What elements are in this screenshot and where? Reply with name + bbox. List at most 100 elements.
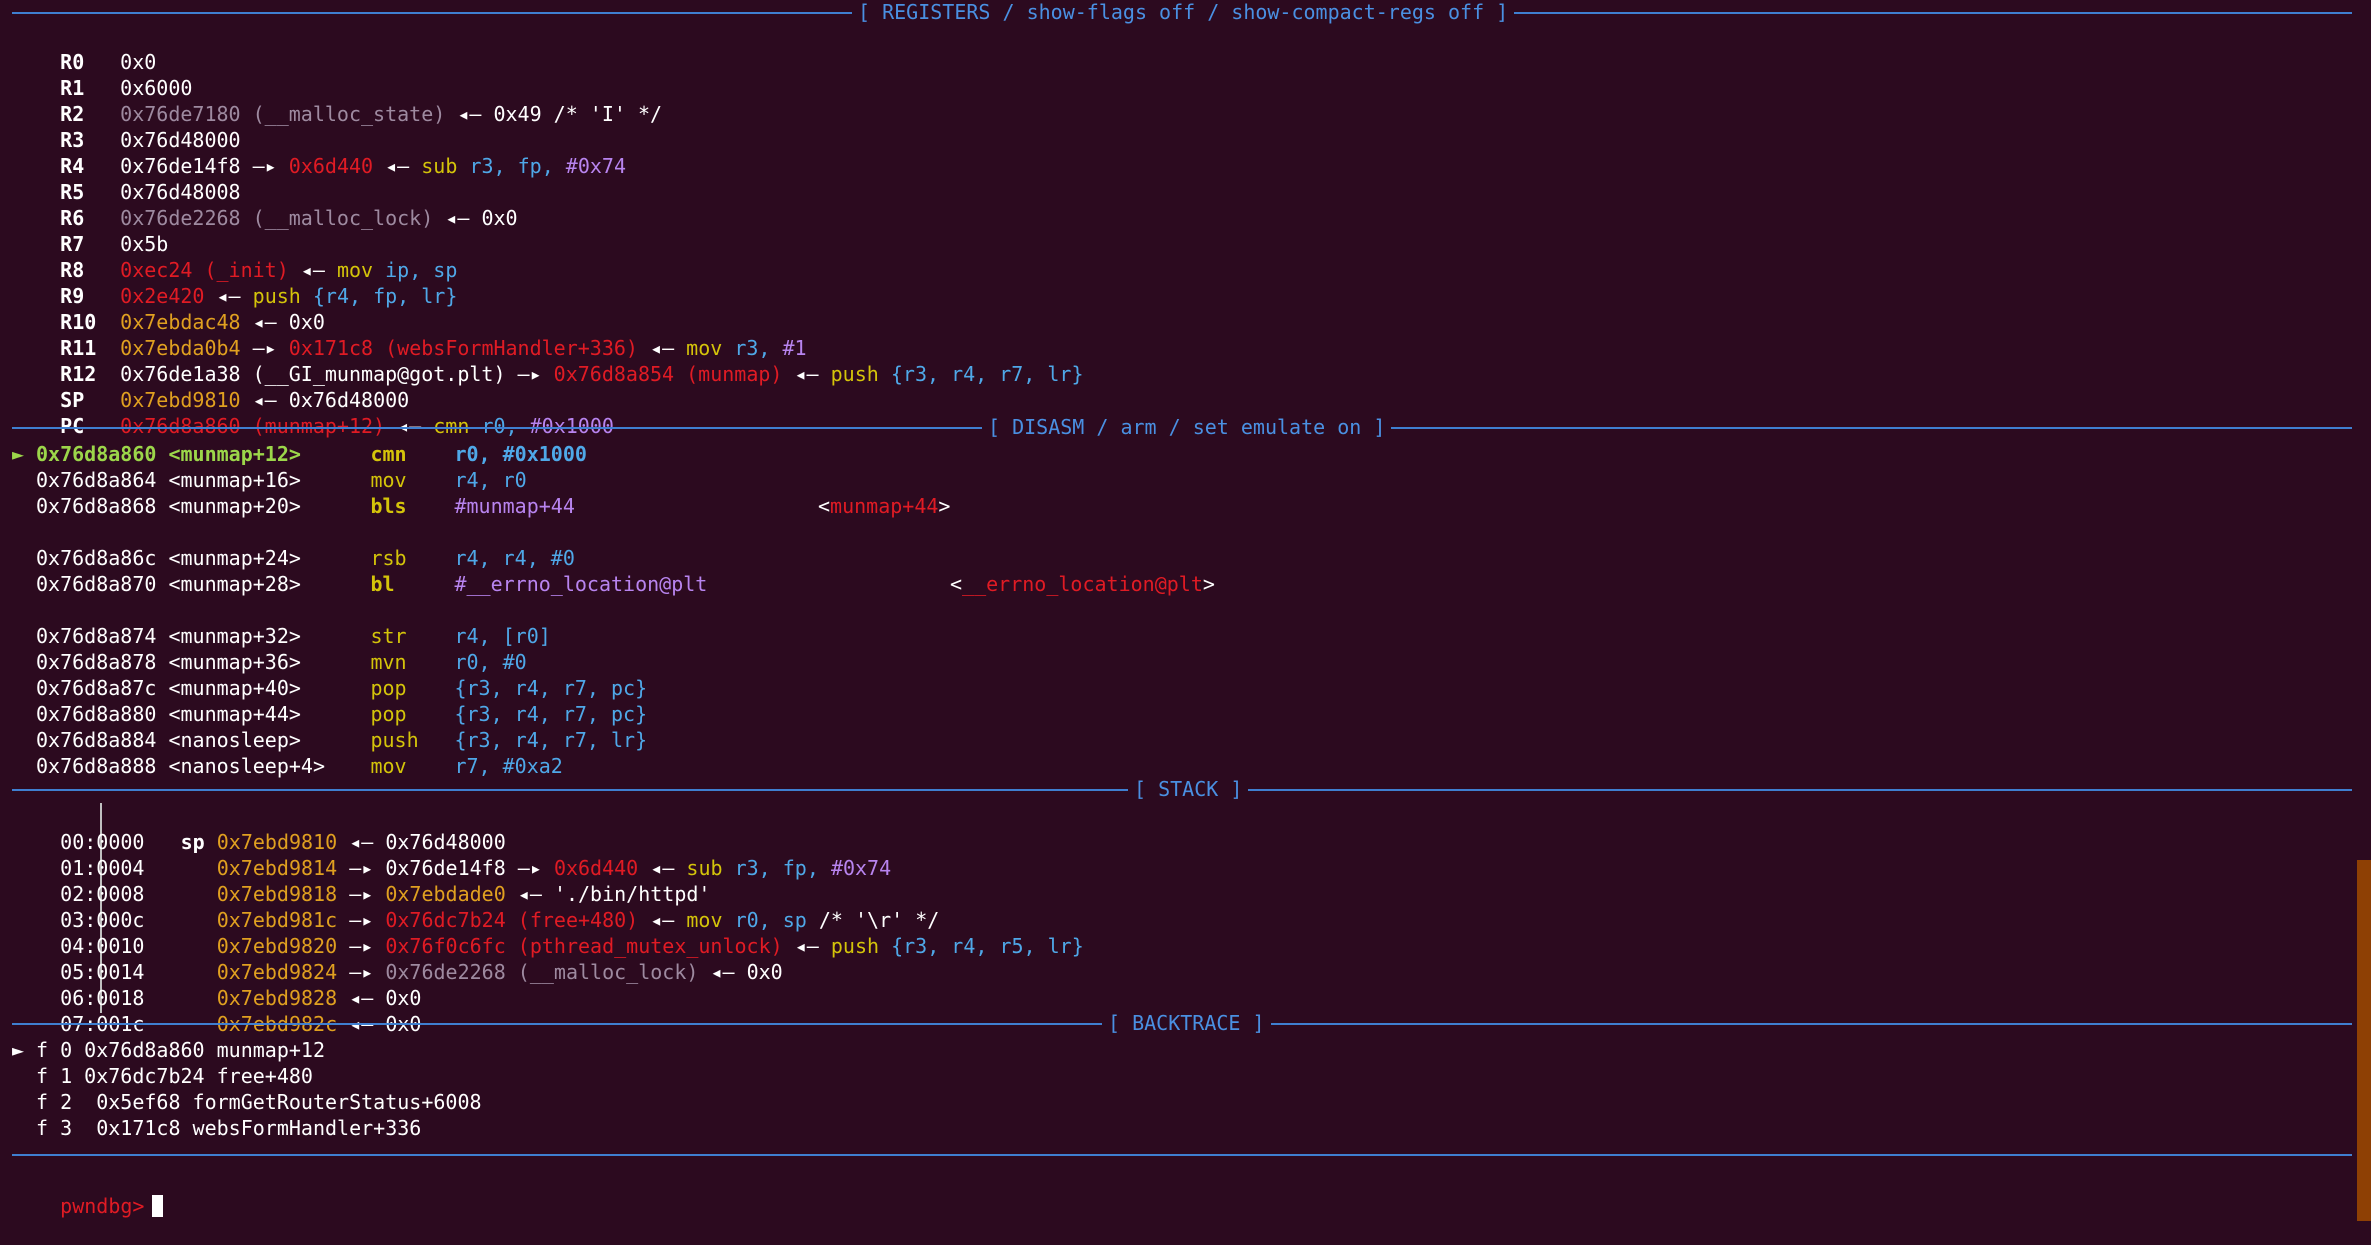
frame-location: 0x76d8a860 munmap+12	[84, 1038, 325, 1062]
disasm-symbol: <munmap+40>	[168, 676, 301, 700]
disasm-operands: r0, #0	[454, 650, 527, 674]
stack-row: 06:0018 0x7ebd9828 ◂— 0x0	[60, 986, 422, 1010]
disasm-operands: #munmap+44	[454, 494, 575, 518]
disasm-operands: r7, #0xa2	[454, 754, 563, 778]
register-r9: R9 0x2e420 ◂— push {r4, fp, lr}	[60, 284, 458, 308]
register-r2: R2 0x76de7180 (__malloc_state) ◂— 0x49 /*…	[60, 102, 663, 126]
register-r5: R5 0x76d48008	[60, 180, 241, 204]
frame-number: f 3	[36, 1116, 73, 1140]
text-cursor[interactable]	[152, 1195, 164, 1217]
disasm-mnemonic: cmn	[370, 442, 407, 466]
frame-number: f 2	[36, 1090, 73, 1114]
register-r7: R7 0x5b	[60, 232, 169, 256]
backtrace-frame: f 2 0x5ef68 formGetRouterStatus+6008	[12, 1089, 482, 1115]
disasm-mnemonic: rsb	[370, 546, 407, 570]
prompt-label: pwndbg>	[60, 1194, 145, 1218]
disasm-line: ► 0x76d8a860 <munmap+12> cmn r0, #0x1000	[12, 441, 587, 467]
registers-title: [ REGISTERS / show-flags off / show-comp…	[852, 0, 1515, 24]
backtrace-frame: f 3 0x171c8 websFormHandler+336	[12, 1115, 421, 1141]
disasm-line: 0x76d8a868 <munmap+20> bls #munmap+44 <munm…	[12, 493, 950, 519]
register-pc: PC 0x76d8a860 (munmap+12) ◂— cmn r0, #0x1…	[60, 414, 614, 438]
backtrace-header: [ BACKTRACE ]	[12, 1011, 2352, 1037]
frame-location: 0x171c8 websFormHandler+336	[84, 1116, 422, 1140]
disasm-address: 0x76d8a87c	[36, 676, 157, 700]
disasm-address: 0x76d8a868	[36, 494, 157, 518]
disasm-mnemonic: pop	[370, 676, 407, 700]
disasm-line: 0x76d8a888 <nanosleep+4> mov r7, #0xa2	[12, 753, 563, 779]
right-arrow-icon: —▸	[252, 154, 277, 178]
stack-row: 00:0000 sp 0x7ebd9810 ◂— 0x76d48000	[60, 830, 506, 854]
disasm-operands: r4, r4, #0	[454, 546, 575, 570]
register-r1: R1 0x6000	[60, 76, 193, 100]
left-arrow-icon: ◂—	[794, 934, 819, 958]
disasm-symbol: <munmap+28>	[168, 572, 301, 596]
disasm-line: 0x76d8a874 <munmap+32> str r4, [r0]	[12, 623, 551, 649]
register-r0: R0 0x0	[60, 50, 157, 74]
left-arrow-icon: ◂—	[457, 102, 482, 126]
disasm-operands: r4, [r0]	[454, 624, 551, 648]
terminal[interactable]: [ REGISTERS / show-flags off / show-comp…	[0, 0, 2352, 1221]
disasm-mnemonic: pop	[370, 702, 407, 726]
disasm-address: 0x76d8a860	[36, 442, 157, 466]
stack-row: 01:0004 0x7ebd9814 —▸ 0x76de14f8 —▸ 0x6d…	[60, 856, 892, 880]
stack-row: 02:0008 0x7ebd9818 —▸ 0x7ebdade0 ◂— './b…	[60, 882, 711, 906]
disasm-address: 0x76d8a880	[36, 702, 157, 726]
backtrace-title: [ BACKTRACE ]	[1102, 1011, 1271, 1035]
command-prompt[interactable]: pwndbg>	[12, 1167, 164, 1218]
right-arrow-icon: —▸	[517, 362, 542, 386]
register-r12: R12 0x76de1a38 (__GI_munmap@got.plt) —▸ 0…	[60, 362, 1084, 386]
stack-title: [ STACK ]	[1128, 777, 1249, 801]
disasm-mnemonic: mvn	[370, 650, 407, 674]
register-r3: R3 0x76d48000	[60, 128, 241, 152]
disasm-symbol: <munmap+32>	[168, 624, 301, 648]
branch-target: <munmap+44>	[818, 494, 951, 518]
disasm-symbol: <munmap+44>	[168, 702, 301, 726]
disasm-line: 0x76d8a878 <munmap+36> mvn r0, #0	[12, 649, 527, 675]
disasm-header: [ DISASM / arm / set emulate on ]	[12, 415, 2352, 441]
stack-header: [ STACK ]	[12, 777, 2352, 803]
stack-row: 03:000c 0x7ebd981c —▸ 0x76dc7b24 (free+4…	[60, 908, 940, 932]
register-sp: SP 0x7ebd9810 ◂— 0x76d48000	[60, 388, 410, 412]
disasm-mnemonic: mov	[370, 754, 407, 778]
disasm-symbol: <munmap+20>	[168, 494, 301, 518]
disasm-symbol: <nanosleep+4>	[168, 754, 326, 778]
disasm-mnemonic: bls	[370, 494, 407, 518]
frame-number: f 1	[36, 1064, 73, 1088]
disasm-line: 0x76d8a87c <munmap+40> pop {r3, r4, r7, pc…	[12, 675, 647, 701]
disasm-mnemonic: mov	[370, 468, 407, 492]
disasm-line: 0x76d8a870 <munmap+28> bl #__errno_locatio…	[12, 571, 1215, 597]
disasm-operands: #__errno_location@plt	[454, 572, 708, 596]
disasm-line: 0x76d8a884 <nanosleep> push {r3, r4, r7, l…	[12, 727, 647, 753]
registers-header: [ REGISTERS / show-flags off / show-comp…	[12, 0, 2352, 26]
disasm-address: 0x76d8a864	[36, 468, 157, 492]
disasm-address: 0x76d8a86c	[36, 546, 157, 570]
disasm-operands: {r3, r4, r7, pc}	[454, 676, 648, 700]
backtrace-frame: ► f 0 0x76d8a860 munmap+12	[12, 1037, 325, 1063]
disasm-address: 0x76d8a870	[36, 572, 157, 596]
branch-target: <__errno_location@plt>	[950, 572, 1215, 596]
current-instruction-marker-icon: ►	[12, 442, 25, 466]
disasm-symbol: <munmap+36>	[168, 650, 301, 674]
register-r10: R10 0x7ebdac48 ◂— 0x0	[60, 310, 325, 334]
register-r11: R11 0x7ebda0b4 —▸ 0x171c8 (websFormHandle…	[60, 336, 807, 360]
current-frame-marker-icon: ►	[12, 1038, 25, 1062]
stack-row: 07:001c 0x7ebd982c ◂— 0x0	[60, 1012, 422, 1036]
disasm-operands: {r3, r4, r7, lr}	[454, 728, 648, 752]
left-arrow-icon: ◂—	[385, 154, 410, 178]
stack-row: 04:0010 0x7ebd9820 —▸ 0x76f0c6fc (pthrea…	[60, 934, 1084, 958]
left-arrow-icon: ◂—	[710, 960, 735, 984]
disasm-line: 0x76d8a86c <munmap+24> rsb r4, r4, #0	[12, 545, 575, 571]
stack-row: 05:0014 0x7ebd9824 —▸ 0x76de2268 (__mall…	[60, 960, 783, 984]
disasm-title: [ DISASM / arm / set emulate on ]	[982, 415, 1392, 439]
scrollbar-thumb[interactable]	[2357, 860, 2371, 1221]
prompt-separator	[12, 1154, 2352, 1156]
disasm-mnemonic: push	[370, 728, 419, 752]
left-arrow-icon: ◂—	[794, 362, 819, 386]
frame-location: 0x5ef68 formGetRouterStatus+6008	[84, 1090, 482, 1114]
disasm-mnemonic: bl	[370, 572, 395, 596]
backtrace-frame: f 1 0x76dc7b24 free+480	[12, 1063, 313, 1089]
disasm-operands: r0, #0x1000	[454, 442, 587, 466]
frame-number: f 0	[36, 1038, 73, 1062]
disasm-address: 0x76d8a888	[36, 754, 157, 778]
disasm-mnemonic: str	[370, 624, 407, 648]
